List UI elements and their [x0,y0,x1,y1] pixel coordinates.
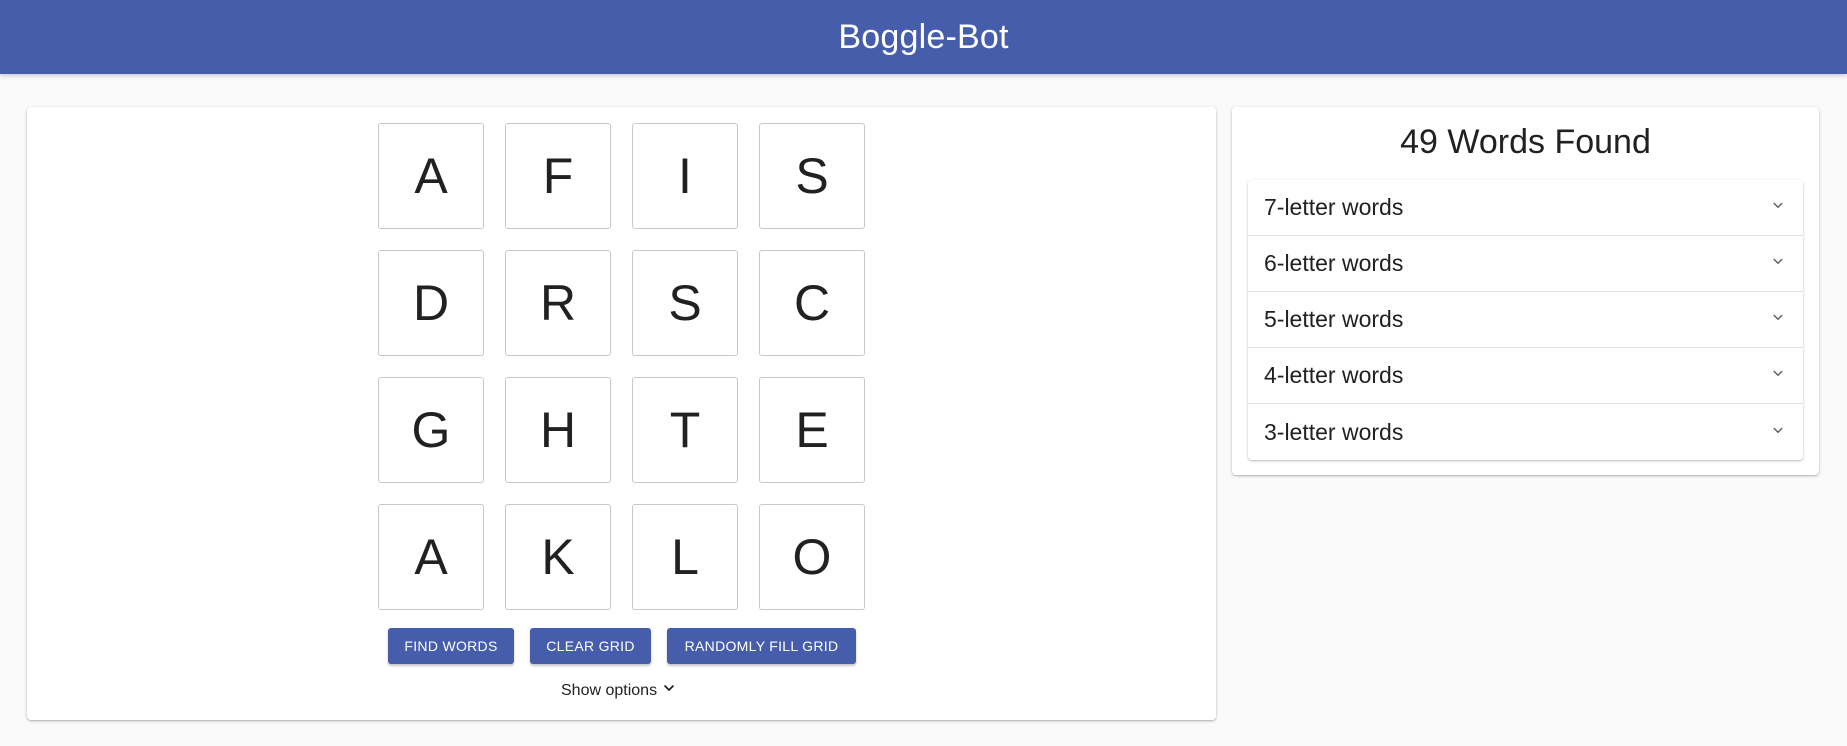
grid-tile[interactable]: S [759,123,865,229]
grid-tile[interactable]: L [632,504,738,610]
accordion-label: 3-letter words [1264,418,1404,445]
grid-tile[interactable]: E [759,377,865,483]
accordion-item-6-letter[interactable]: 6-letter words [1248,236,1803,292]
grid-tile[interactable]: F [505,123,611,229]
app-bar: Boggle-Bot [0,0,1847,74]
accordion-item-7-letter[interactable]: 7-letter words [1248,180,1803,236]
action-buttons: FIND WORDS CLEAR GRID RANDOMLY FILL GRID [388,628,856,664]
grid-tile[interactable]: K [505,504,611,610]
board-card: A F I S D R S C G H T E A K L O FIND WOR… [27,107,1216,720]
grid-tile[interactable]: A [378,123,484,229]
randomly-fill-grid-button[interactable]: RANDOMLY FILL GRID [667,628,856,664]
accordion-item-3-letter[interactable]: 3-letter words [1248,404,1803,460]
accordion-label: 4-letter words [1264,362,1404,388]
grid-tile[interactable]: S [632,250,738,356]
app-title: Boggle-Bot [838,17,1009,56]
show-options-toggle[interactable]: Show options [561,680,677,701]
words-found-title: 49 Words Found [1400,123,1651,161]
grid-tile[interactable]: G [378,377,484,483]
accordion-label: 5-letter words [1264,306,1404,332]
grid-tile[interactable]: C [759,250,865,356]
grid-tile[interactable]: D [378,250,484,356]
accordion-item-5-letter[interactable]: 5-letter words [1248,292,1803,348]
find-words-button[interactable]: FIND WORDS [388,628,514,664]
words-found-card: 49 Words Found 7-letter words 6-letter w… [1232,107,1819,475]
chevron-down-icon [1769,196,1787,219]
accordion-label: 6-letter words [1264,250,1404,276]
clear-grid-button[interactable]: CLEAR GRID [530,628,651,664]
chevron-down-icon [1769,252,1787,275]
chevron-down-icon [1769,308,1787,331]
letter-grid: A F I S D R S C G H T E A K L O [378,123,865,610]
grid-tile[interactable]: T [632,377,738,483]
accordion-item-4-letter[interactable]: 4-letter words [1248,348,1803,404]
grid-tile[interactable]: I [632,123,738,229]
grid-tile[interactable]: O [759,504,865,610]
grid-tile[interactable]: H [505,377,611,483]
chevron-down-icon [1769,364,1787,387]
accordion-label: 7-letter words [1264,194,1404,220]
chevron-down-icon [661,680,677,701]
chevron-down-icon [1769,421,1787,444]
grid-tile[interactable]: A [378,504,484,610]
grid-tile[interactable]: R [505,250,611,356]
show-options-label: Show options [561,681,658,699]
word-groups-accordion: 7-letter words 6-letter words 5-letter w… [1248,180,1803,460]
